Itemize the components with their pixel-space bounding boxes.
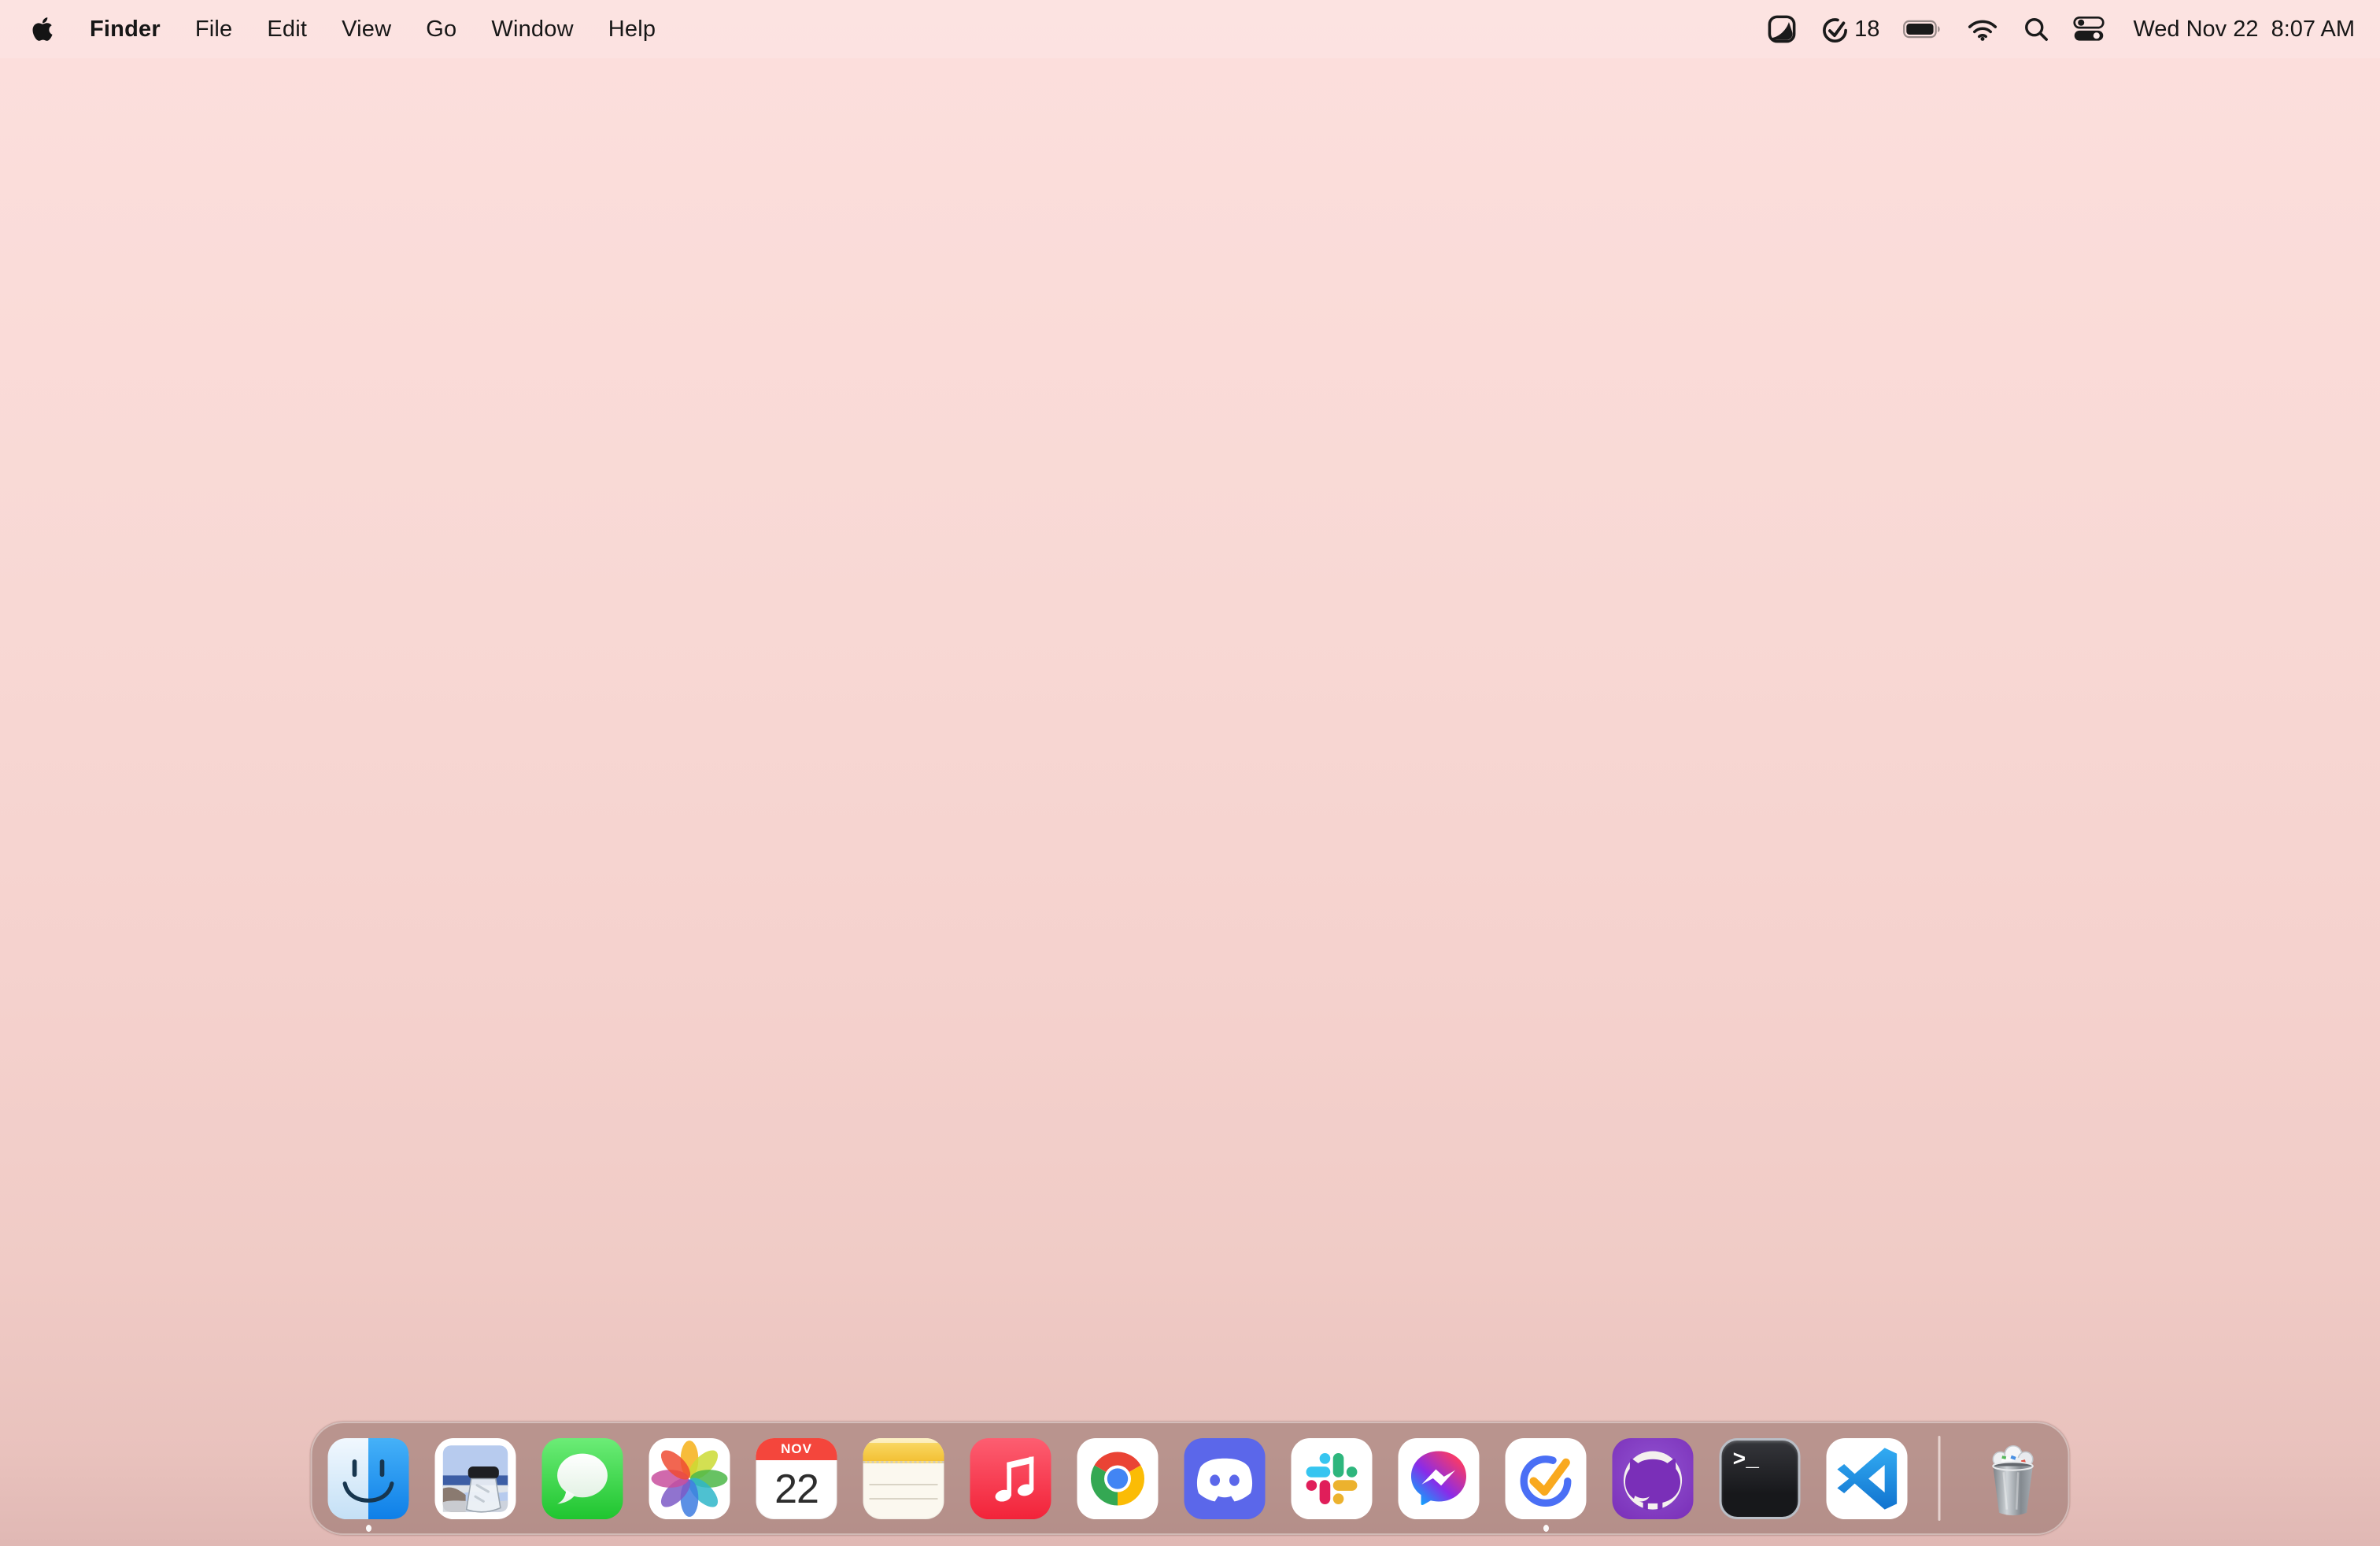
ticktick-badge-count: 18 <box>1854 16 1880 42</box>
battery-glyph <box>1903 20 1941 39</box>
github-icon <box>1612 1437 1694 1519</box>
music-icon <box>970 1437 1051 1519</box>
dock-icon-trash[interactable] <box>1972 1438 2053 1519</box>
dock-icon-ticktick[interactable] <box>1505 1437 1587 1519</box>
menu-item-help[interactable]: Help <box>608 17 656 43</box>
menu-item-view[interactable]: View <box>342 17 391 43</box>
apple-menu[interactable] <box>31 16 54 43</box>
menu-item-finder[interactable]: Finder <box>90 17 161 43</box>
ticktick-icon <box>1505 1437 1587 1519</box>
wifi-icon[interactable] <box>1966 17 1999 42</box>
calendar-icon: NOV 22 <box>756 1437 837 1519</box>
finder-icon <box>327 1437 409 1519</box>
preview-icon <box>434 1437 516 1519</box>
menu-item-window[interactable]: Window <box>491 17 573 43</box>
terminal-prompt-glyph: >_ <box>1732 1448 1760 1473</box>
notes-icon <box>863 1437 944 1519</box>
peel-sticker-glyph <box>1768 15 1796 43</box>
dock: NOV 22 >_ <box>310 1422 2070 1535</box>
battery-icon[interactable] <box>1903 20 1942 39</box>
trash-full-icon <box>1992 1444 2034 1515</box>
dock-icon-finder[interactable] <box>327 1437 409 1519</box>
calendar-day-label: 22 <box>774 1466 819 1512</box>
dock-icon-music[interactable] <box>970 1437 1051 1519</box>
dock-icon-terminal[interactable]: >_ <box>1719 1437 1801 1519</box>
dock-icon-discord[interactable] <box>1184 1437 1266 1519</box>
calendar-month-label: NOV <box>756 1437 837 1460</box>
discord-icon <box>1184 1437 1266 1519</box>
dock-icon-messenger[interactable] <box>1398 1437 1480 1519</box>
chrome-icon <box>1077 1437 1159 1519</box>
menu-bar: Finder File Edit View Go Window Help 18 <box>0 0 2380 58</box>
ticktick-check-icon <box>1823 17 1848 43</box>
apple-logo-icon <box>32 17 53 41</box>
menu-item-go[interactable]: Go <box>426 17 456 43</box>
dock-icon-calendar[interactable]: NOV 22 <box>756 1437 837 1519</box>
dock-icon-notes[interactable] <box>863 1437 944 1519</box>
messages-icon <box>541 1437 623 1519</box>
menu-item-file[interactable]: File <box>195 17 233 43</box>
wifi-glyph <box>1968 20 1998 41</box>
dock-icon-messages[interactable] <box>541 1437 623 1519</box>
messenger-icon <box>1398 1437 1480 1519</box>
dock-icon-photos[interactable] <box>649 1437 730 1519</box>
dock-icon-slack[interactable] <box>1291 1437 1373 1519</box>
menu-bar-clock[interactable]: Wed Nov 22 8:07 AM <box>2133 17 2355 43</box>
dock-icon-vscode[interactable] <box>1826 1437 1908 1519</box>
vscode-icon <box>1826 1437 1908 1519</box>
slack-icon <box>1291 1437 1373 1519</box>
menu-bar-left: Finder File Edit View Go Window Help <box>31 16 656 43</box>
control-center-icon[interactable] <box>2073 17 2105 42</box>
dock-icon-github[interactable] <box>1612 1437 1694 1519</box>
dock-separator <box>1938 1436 1941 1521</box>
magnifier-glyph <box>2025 18 2049 41</box>
dock-icon-preview[interactable] <box>434 1437 516 1519</box>
terminal-icon: >_ <box>1719 1437 1801 1519</box>
menu-bar-status-area: 18 Wed Nov 22 8:07 AM <box>1767 14 2355 44</box>
desktop-wallpaper: Finder File Edit View Go Window Help 18 <box>0 0 2380 1546</box>
toggles-glyph <box>2073 17 2105 41</box>
ticktick-menu-status[interactable]: 18 <box>1820 15 1879 44</box>
photos-icon <box>649 1437 730 1519</box>
spotlight-search-icon[interactable] <box>2023 16 2049 43</box>
dock-icon-chrome[interactable] <box>1077 1437 1159 1519</box>
cleanshot-icon[interactable] <box>1767 14 1797 44</box>
menu-item-edit[interactable]: Edit <box>267 17 307 43</box>
